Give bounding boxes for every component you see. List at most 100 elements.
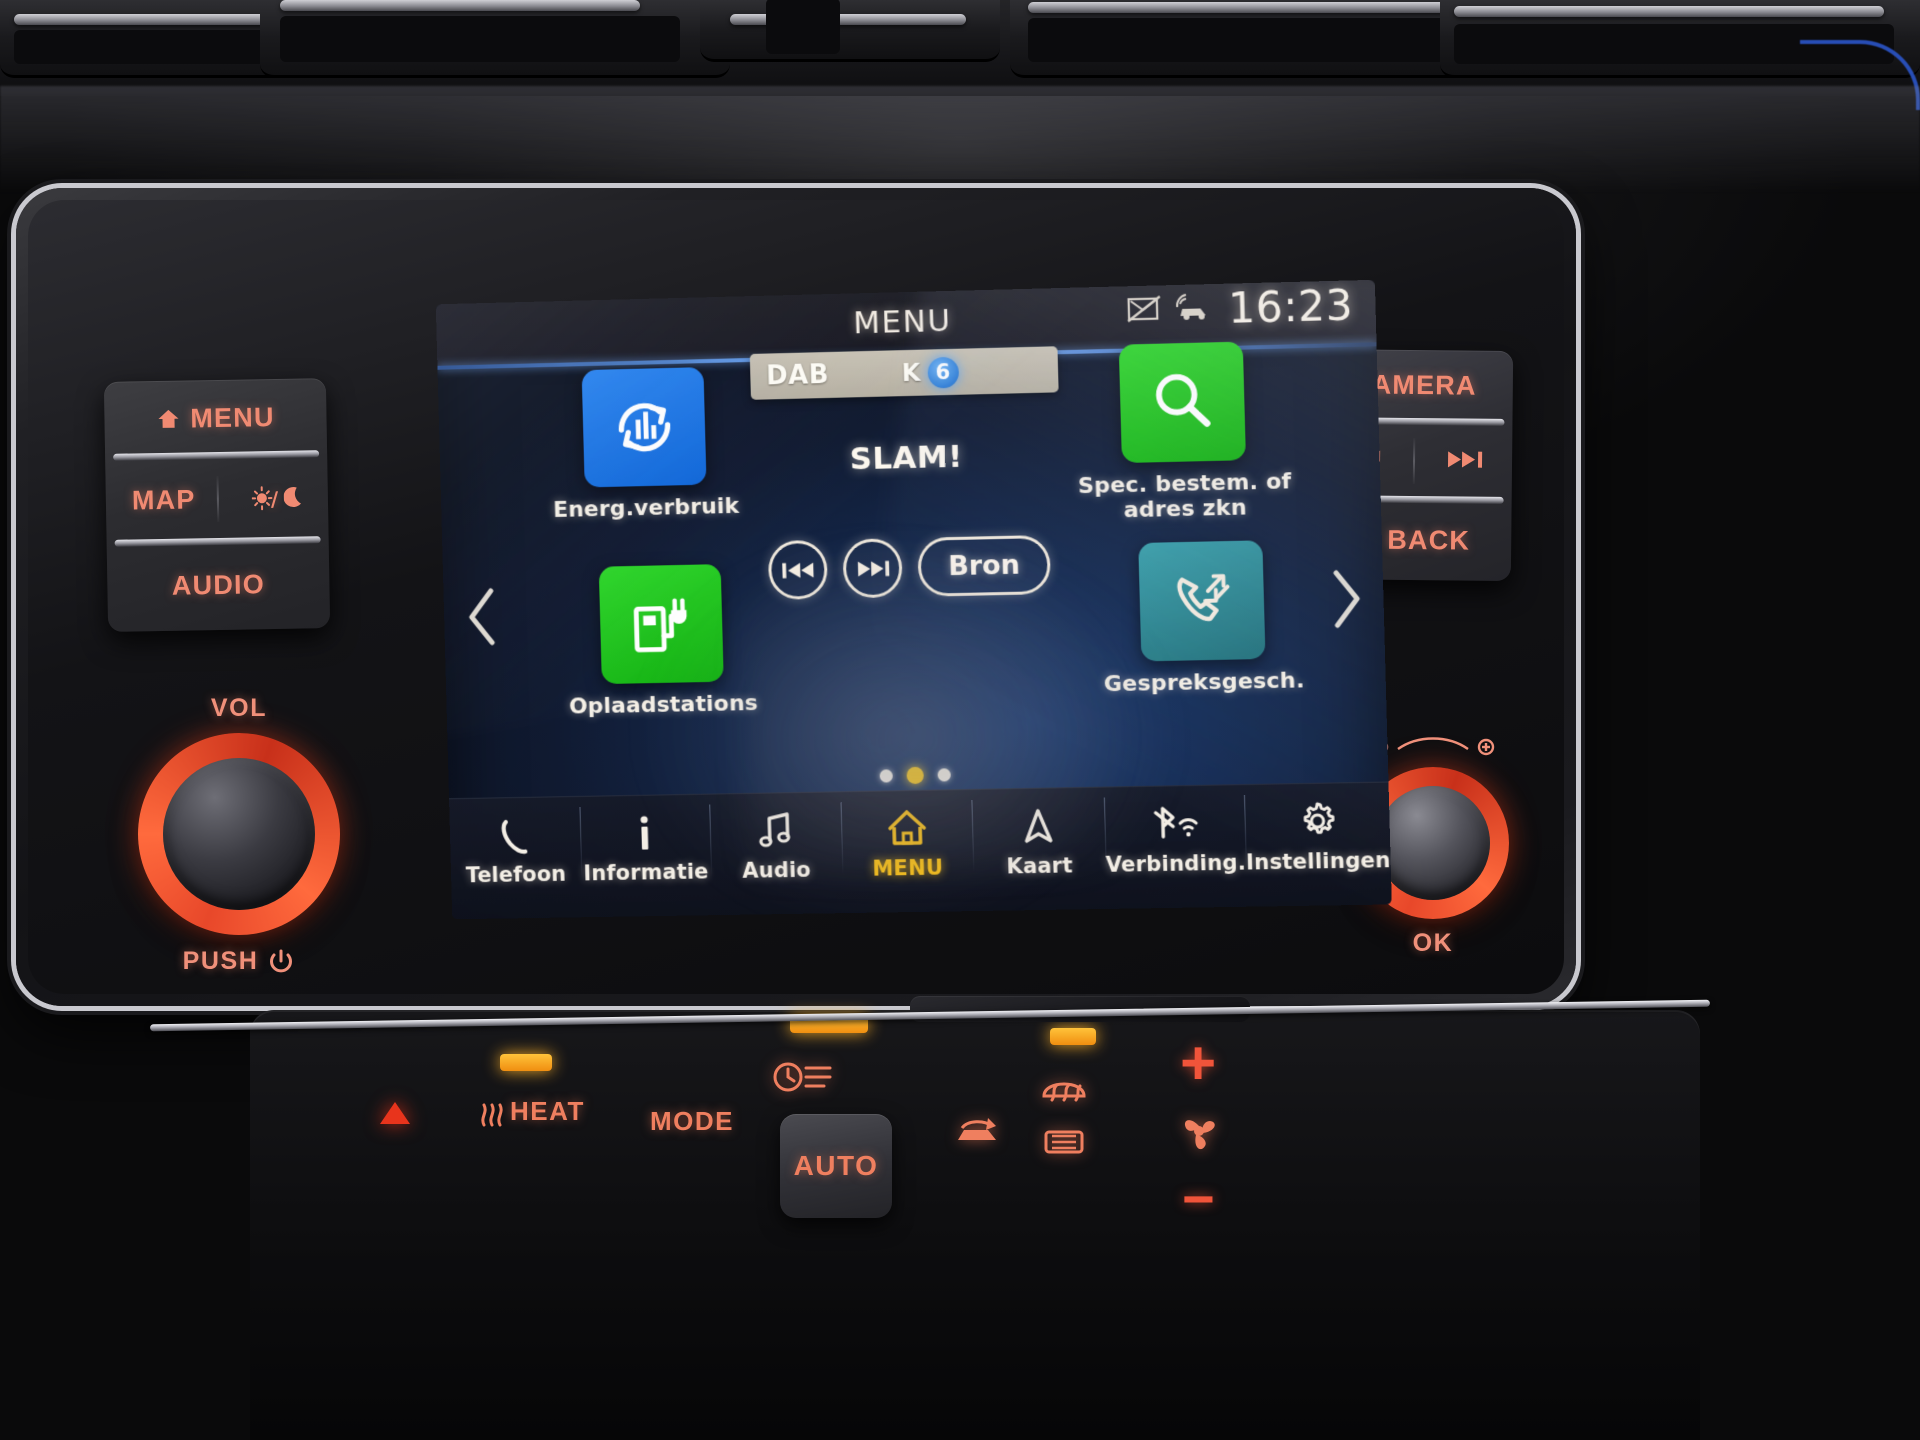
climate-timer-button[interactable]	[768, 1054, 838, 1100]
nav-label-audio: Audio	[742, 857, 812, 883]
seat-heat-icon	[481, 1103, 503, 1126]
volume-knob-group: VOL PUSH	[124, 694, 354, 976]
tile-destination-search[interactable]: Spec. bestem. of adres zkn	[1072, 340, 1294, 524]
next-track-icon	[1447, 450, 1483, 468]
media-source-button[interactable]: Bron	[917, 534, 1051, 597]
vent-center	[700, 0, 1000, 62]
moon-icon	[283, 487, 301, 507]
climate-front-defrost-button[interactable]	[1038, 1066, 1090, 1106]
tile-search-label: Spec. bestem. of adres zkn	[1077, 469, 1292, 523]
tile-calls-label: Gespreksgesch.	[1103, 668, 1305, 698]
tile-charge-icon-box[interactable]	[598, 564, 724, 685]
tile-charge-label: Oplaadstations	[568, 690, 759, 720]
radio-band-bar[interactable]: DAB K 6	[749, 346, 1059, 400]
climate-fan-minus-button[interactable]: −	[1182, 1166, 1215, 1231]
home-icon	[884, 805, 929, 852]
carousel-prev-page[interactable]	[465, 587, 500, 647]
tile-energy-consumption[interactable]: Energ.verbruik	[536, 366, 753, 524]
page-dot[interactable]	[937, 768, 951, 782]
ok-knob-body[interactable]	[1376, 786, 1490, 900]
nav-item-telefoon[interactable]: Telefoon	[449, 797, 582, 919]
climate-control-panel: HEAT MODE AUTO + −	[250, 996, 1700, 1440]
vent-shadow	[766, 0, 840, 54]
volume-knob[interactable]	[138, 733, 340, 935]
radio-preset-letter: K	[901, 358, 921, 388]
day-night-icon: /	[251, 486, 280, 511]
dashboard-photo: MENU MAP / AUDIO CAMERA BACK VOL PUSH OK…	[0, 0, 1920, 1440]
media-next-button[interactable]	[842, 538, 904, 599]
search-icon	[1142, 362, 1223, 442]
vent-shadow	[1028, 18, 1458, 62]
fan-plus-label: +	[1180, 1029, 1217, 1098]
info-icon	[627, 809, 662, 855]
vent-slat	[280, 0, 640, 11]
vent-left-inner	[260, 0, 730, 78]
svg-text:/: /	[271, 487, 280, 511]
nav-item-audio[interactable]: Audio	[709, 792, 843, 915]
climate-mode-button[interactable]: MODE	[650, 1106, 734, 1137]
climate-heat-button[interactable]: HEAT	[478, 1096, 585, 1127]
hard-key-next-track[interactable]	[1446, 446, 1484, 477]
carousel-next-page[interactable]	[1328, 568, 1364, 629]
page-dot[interactable]	[879, 769, 893, 783]
hard-key-audio[interactable]: AUDIO	[107, 550, 330, 620]
radio-media-panel: DAB K 6 SLAM! Bron	[749, 346, 1064, 601]
tile-search-icon-box[interactable]	[1118, 341, 1246, 464]
auto-button-pad[interactable]: AUTO	[780, 1114, 892, 1218]
radio-band-label: DAB	[765, 359, 830, 392]
head-unit-face: MENU MAP / AUDIO CAMERA BACK VOL PUSH OK…	[28, 200, 1564, 994]
status-clock: 16:23	[1227, 280, 1354, 333]
infotainment-screen[interactable]: MENU 16:23 Energ.verbruik Oplaadstations…	[435, 279, 1392, 920]
temp-up-icon	[380, 1102, 410, 1124]
nav-item-kaart[interactable]: Kaart	[972, 788, 1107, 911]
tile-energy-label: Energ.verbruik	[552, 493, 740, 523]
fan-minus-label: −	[1182, 1167, 1215, 1230]
hard-key-menu[interactable]: MENU	[104, 384, 327, 452]
power-icon	[270, 949, 293, 972]
defrost-amber-bar	[1050, 1028, 1096, 1045]
tile-charging-stations[interactable]: Oplaadstations	[553, 563, 770, 720]
front-defrost-icon	[1042, 1082, 1086, 1102]
climate-temp-up-left[interactable]	[380, 1102, 410, 1124]
nav-item-verbinding[interactable]: Verbinding.	[1104, 785, 1248, 909]
climate-heat-indicator	[500, 1054, 552, 1071]
music-note-icon	[756, 807, 795, 854]
nav-item-instellingen[interactable]: Instellingen	[1244, 783, 1392, 907]
volume-push-row: PUSH	[124, 947, 354, 976]
climate-auto-button[interactable]: AUTO	[780, 1114, 892, 1218]
chevron-right-icon	[1328, 568, 1364, 629]
climate-rear-defrost-button[interactable]	[1038, 1122, 1090, 1162]
hard-key-menu-label: MENU	[190, 401, 275, 433]
climate-fan-plus-button[interactable]: +	[1180, 1028, 1216, 1099]
volume-knob-body[interactable]	[163, 758, 315, 910]
nav-item-informatie[interactable]: Informatie	[579, 795, 713, 918]
volume-label: VOL	[210, 694, 268, 722]
nav-label-telefoon: Telefoon	[465, 861, 567, 888]
climate-recirculate-button[interactable]	[950, 1114, 1012, 1154]
hard-key-map-daynight-row: MAP /	[105, 464, 328, 534]
page-dot-active[interactable]	[905, 766, 924, 785]
nav-item-menu[interactable]: MENU	[840, 790, 975, 913]
vent-shadow	[280, 16, 680, 62]
tile-call-history[interactable]: Gespreksgesch.	[1092, 539, 1313, 698]
status-icons: 16:23	[1127, 280, 1354, 333]
left-hard-key-panel: MENU MAP / AUDIO	[103, 378, 331, 632]
home-icon	[156, 408, 180, 430]
media-prev-button[interactable]	[767, 539, 829, 600]
tile-calls-icon-box[interactable]	[1138, 540, 1266, 662]
air-vent-bar	[0, 0, 1920, 110]
vent-slat	[1454, 6, 1884, 17]
chevron-left-icon	[465, 587, 500, 647]
climate-fan-button[interactable]	[1172, 1104, 1226, 1158]
tile-energy-icon-box[interactable]	[581, 367, 707, 488]
hard-key-map[interactable]: MAP	[132, 484, 196, 516]
radio-preset-number: 6	[926, 356, 959, 389]
hard-key-day-night[interactable]: /	[251, 482, 307, 513]
call-history-icon	[1161, 561, 1242, 641]
hard-key-back-label: BACK	[1387, 524, 1471, 556]
no-message-icon	[1127, 295, 1162, 326]
climate-auto-label: AUTO	[793, 1150, 879, 1181]
media-controls: Bron	[755, 534, 1064, 601]
key-vertical-divider	[1412, 438, 1416, 485]
key-vertical-divider	[216, 475, 220, 522]
